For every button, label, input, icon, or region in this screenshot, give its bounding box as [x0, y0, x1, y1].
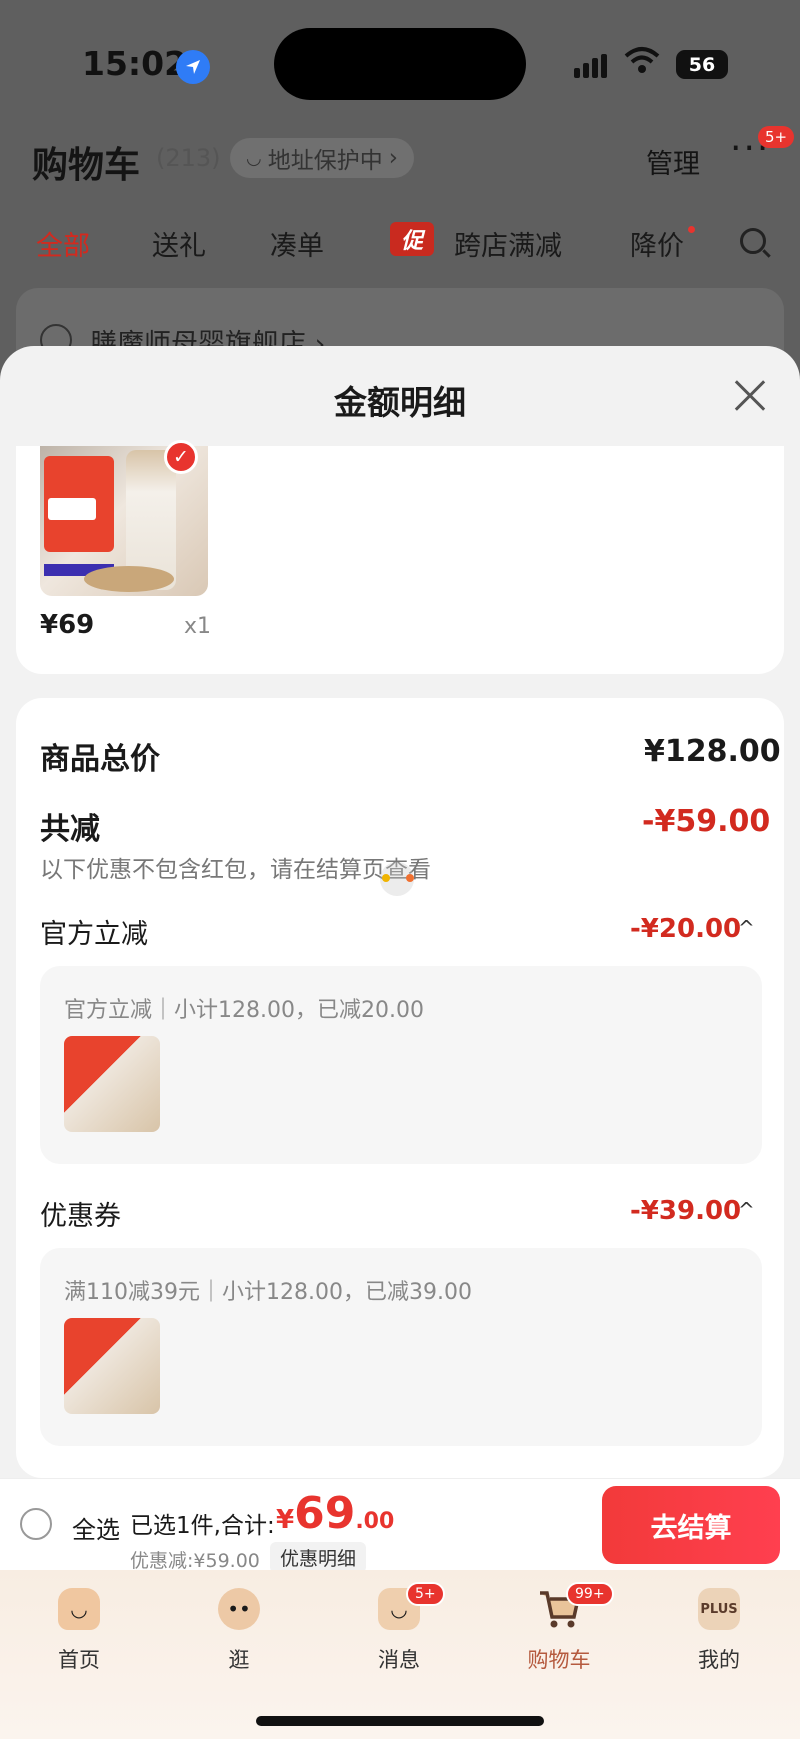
reduce-label: 共减 — [40, 812, 100, 847]
total-currency: ¥ — [276, 1505, 295, 1535]
search-icon[interactable] — [740, 228, 766, 254]
official-detail-text: 官方立减｜小计128.00，已减20.00 — [64, 998, 424, 1023]
chevron-up-icon[interactable]: ^ — [738, 916, 755, 940]
promo-icon: 促 — [390, 222, 434, 256]
tabbar-label-message: 消息 — [378, 1648, 420, 1672]
tabbar-item-cart[interactable]: 99+ 购物车 — [504, 1582, 614, 1674]
page-title: 购物车 — [32, 145, 141, 186]
item-quantity: x1 — [184, 614, 212, 639]
smile-icon: ◡ — [246, 147, 262, 169]
wifi-icon — [624, 46, 660, 82]
address-protect-button[interactable]: ◡ 地址保护中 › — [230, 138, 414, 178]
home-indicator — [256, 1716, 544, 1726]
chevron-right-icon: › — [388, 145, 398, 171]
chevron-up-icon[interactable]: ^ — [738, 1198, 755, 1222]
tabbar-item-mine[interactable]: PLUS 我的 — [664, 1588, 774, 1674]
item-price: ¥69 — [40, 610, 95, 640]
official-product-thumb[interactable] — [64, 1036, 160, 1132]
tab-price-drop[interactable]: 降价 — [630, 224, 684, 263]
browse-icon: •• — [218, 1588, 260, 1630]
tab-cross-store[interactable]: 跨店满减 — [454, 224, 562, 263]
reduce-value: -¥59.00 — [642, 804, 771, 839]
tabbar-item-browse[interactable]: •• 逛 — [184, 1588, 294, 1674]
address-protect-label: 地址保护中 — [267, 148, 383, 174]
checkout-button[interactable]: 去结算 — [602, 1486, 780, 1564]
tabbar-label-browse: 逛 — [228, 1648, 250, 1672]
touch-indicator — [380, 862, 414, 896]
tabbar-label-mine: 我的 — [698, 1648, 740, 1672]
total-price-label: 商品总价 — [40, 742, 160, 777]
tab-bundle[interactable]: 凑单 — [270, 224, 324, 263]
discount-detail-button[interactable]: 优惠明细 — [270, 1542, 367, 1573]
coupon-product-thumb[interactable] — [64, 1318, 160, 1414]
price-drop-dot — [688, 226, 695, 233]
discount-note: 以下优惠不包含红包，请在结算页查看 — [40, 857, 431, 883]
cellular-signal-icon — [574, 54, 607, 78]
discount-summary: 优惠减:¥59.00 — [130, 1550, 260, 1572]
official-discount-label: 官方立减 — [40, 919, 148, 950]
checkmark-icon[interactable]: ✓ — [164, 440, 198, 474]
status-time: 15:02 — [82, 44, 188, 83]
coupon-value: -¥39.00 — [630, 1196, 742, 1226]
select-all-radio[interactable] — [20, 1508, 52, 1540]
more-badge: 5+ — [758, 126, 795, 148]
coupon-detail-text: 满110减39元｜小计128.00，已减39.00 — [64, 1280, 472, 1305]
selected-summary: 已选1件,合计: — [130, 1513, 275, 1539]
sheet-title: 金额明细 — [334, 383, 466, 422]
total-integer: 69 — [294, 1488, 356, 1539]
coupon-label: 优惠券 — [40, 1201, 121, 1232]
total-price-value: ¥128.00 — [644, 734, 781, 769]
select-all-label[interactable]: 全选 — [72, 1510, 120, 1545]
total-decimal: .00 — [355, 1509, 395, 1534]
tabbar-item-home[interactable]: ◡ 首页 — [24, 1588, 134, 1674]
total-amount: ¥ 69 .00 — [276, 1488, 394, 1539]
message-badge: 5+ — [406, 1582, 445, 1606]
tabbar-label-cart: 购物车 — [527, 1648, 591, 1672]
home-icon: ◡ — [58, 1588, 100, 1630]
manage-button[interactable]: 管理 — [646, 142, 700, 181]
battery-icon: 56 — [676, 50, 728, 79]
tab-all[interactable]: 全部 — [36, 224, 90, 263]
cart-badge: 99+ — [566, 1582, 614, 1606]
tab-gift[interactable]: 送礼 — [152, 224, 206, 263]
close-icon[interactable] — [732, 378, 768, 414]
dynamic-island — [274, 28, 526, 100]
location-arrow-icon — [176, 50, 210, 84]
plus-icon: PLUS — [698, 1588, 740, 1630]
tabbar-label-home: 首页 — [58, 1648, 100, 1672]
tabbar-item-message[interactable]: ◡ 5+ 消息 — [344, 1582, 454, 1674]
official-discount-value: -¥20.00 — [630, 914, 742, 944]
cart-count: (213) — [156, 144, 221, 172]
